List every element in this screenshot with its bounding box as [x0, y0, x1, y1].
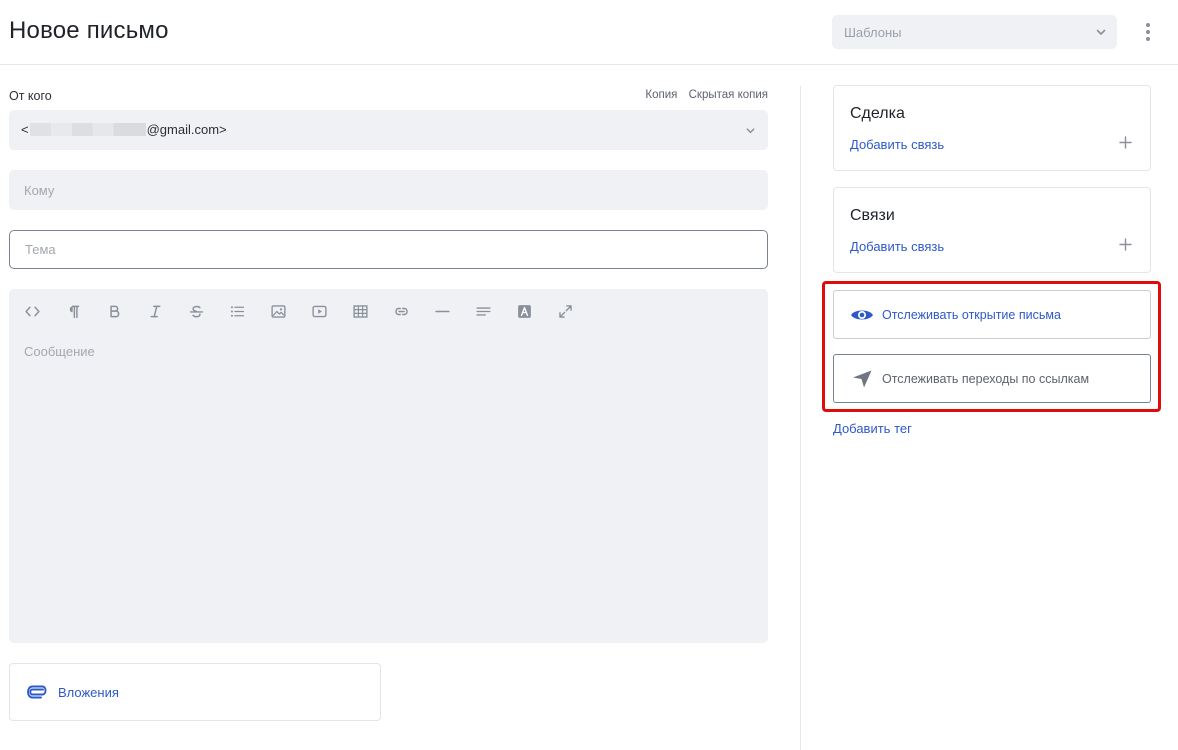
- subject-field[interactable]: [9, 230, 768, 269]
- bcc-link[interactable]: Скрытая копия: [689, 89, 768, 101]
- from-value-suffix: @gmail.com>: [146, 122, 227, 137]
- eye-icon: [851, 310, 873, 320]
- deal-add-relation-link[interactable]: Добавить связь: [850, 137, 944, 152]
- cc-link[interactable]: Копия: [645, 89, 677, 101]
- video-icon[interactable]: [309, 301, 329, 321]
- page-title: Новое письмо: [9, 17, 169, 44]
- cc-links: Копия Скрытая копия: [637, 89, 768, 101]
- chevron-down-icon: [1096, 29, 1106, 35]
- paragraph-icon[interactable]: [63, 301, 83, 321]
- attachments-label: Вложения: [58, 685, 119, 700]
- plus-icon[interactable]: [1119, 136, 1132, 149]
- chevron-down-icon: [746, 128, 755, 134]
- paperclip-icon: [27, 685, 47, 699]
- templates-select[interactable]: Шаблоны: [832, 15, 1117, 49]
- relations-add-relation-link[interactable]: Добавить связь: [850, 239, 944, 254]
- redacted-email: [29, 123, 146, 136]
- track-links-button[interactable]: Отслеживать переходы по ссылкам: [833, 354, 1151, 403]
- to-input[interactable]: [9, 170, 768, 210]
- list-icon[interactable]: [227, 301, 247, 321]
- more-menu-icon[interactable]: [1140, 22, 1156, 44]
- send-arrow-icon: [853, 370, 872, 388]
- track-open-button[interactable]: Отслеживать открытие письма: [833, 290, 1151, 339]
- code-icon[interactable]: [22, 301, 42, 321]
- column-divider: [800, 86, 801, 750]
- italic-icon[interactable]: [145, 301, 165, 321]
- templates-select-label: Шаблоны: [844, 25, 902, 40]
- relations-card-title: Связи: [850, 207, 895, 224]
- strikethrough-icon[interactable]: [186, 301, 206, 321]
- align-icon[interactable]: [473, 301, 493, 321]
- from-value-prefix: <: [21, 122, 29, 137]
- message-editor: [9, 289, 768, 643]
- track-links-label: Отслеживать переходы по ссылкам: [882, 372, 1090, 386]
- deal-card: Сделка Добавить связь: [833, 85, 1151, 171]
- add-tag-link[interactable]: Добавить тег: [833, 421, 912, 436]
- attachments-button[interactable]: Вложения: [9, 663, 381, 721]
- header: Новое письмо Шаблоны: [0, 0, 1178, 65]
- track-open-label: Отслеживать открытие письма: [882, 308, 1061, 322]
- image-icon[interactable]: [268, 301, 288, 321]
- table-icon[interactable]: [350, 301, 370, 321]
- to-field[interactable]: [9, 170, 768, 210]
- bold-icon[interactable]: [104, 301, 124, 321]
- plus-icon[interactable]: [1119, 238, 1132, 251]
- relations-card: Связи Добавить связь: [833, 187, 1151, 273]
- horizontal-rule-icon[interactable]: [432, 301, 452, 321]
- message-textarea[interactable]: [9, 339, 768, 639]
- text-color-icon[interactable]: [514, 301, 534, 321]
- subject-input[interactable]: [10, 231, 767, 268]
- from-select[interactable]: < @gmail.com>: [9, 110, 768, 150]
- from-label: От кого: [9, 89, 52, 103]
- fullscreen-icon[interactable]: [555, 301, 575, 321]
- from-value: < @gmail.com>: [21, 122, 227, 137]
- deal-card-title: Сделка: [850, 105, 905, 122]
- link-icon[interactable]: [391, 301, 411, 321]
